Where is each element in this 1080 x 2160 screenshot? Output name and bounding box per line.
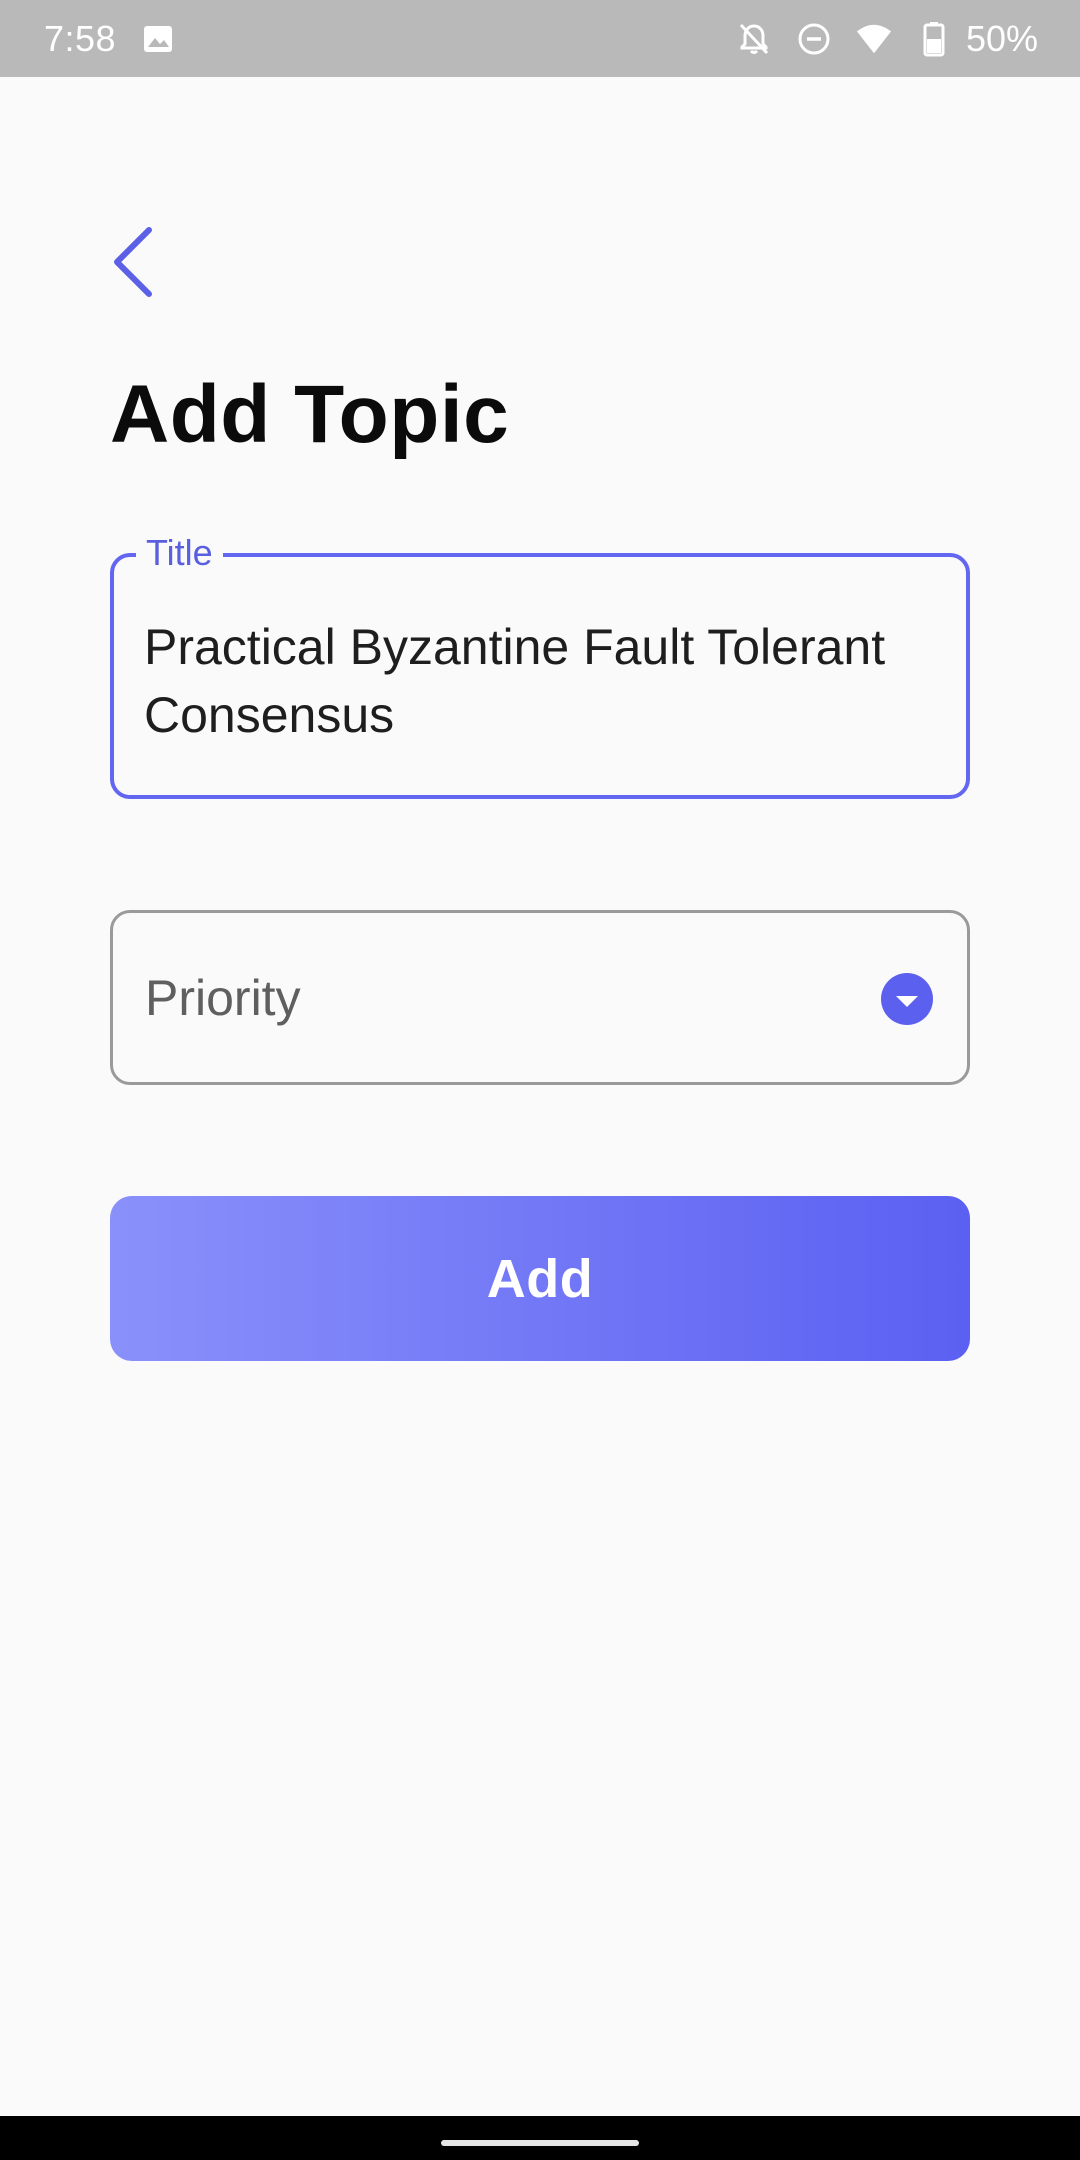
dropdown-arrow-icon[interactable] — [881, 973, 933, 1025]
status-left: 7:58 — [44, 18, 174, 60]
add-button[interactable]: Add — [110, 1196, 970, 1361]
priority-placeholder: Priority — [145, 970, 301, 1026]
do-not-disturb-icon — [796, 21, 832, 57]
battery-percentage: 50% — [965, 17, 1038, 59]
page-title: Add Topic — [110, 369, 510, 460]
add-button-label: Add — [486, 1248, 594, 1309]
title-field-value[interactable]: Practical Byzantine Fault Tolerant Conse… — [144, 613, 936, 749]
title-field[interactable]: Title Practical Byzantine Fault Tolerant… — [110, 529, 970, 799]
status-right: 50% — [712, 18, 1038, 60]
status-time: 7:58 — [44, 17, 117, 59]
home-indicator[interactable] — [441, 2140, 639, 2146]
battery-icon — [916, 21, 952, 57]
chevron-left-icon — [114, 227, 152, 297]
image-icon — [142, 23, 174, 55]
wifi-icon — [856, 21, 892, 57]
back-button[interactable] — [100, 220, 164, 304]
priority-select[interactable]: Priority — [110, 910, 970, 1085]
title-field-label: Title — [136, 529, 223, 577]
notifications-off-icon — [736, 21, 772, 57]
status-bar: 7:58 50% — [0, 0, 1080, 77]
navigation-bar — [0, 2116, 1080, 2160]
screen: 7:58 50% Add Topic Title Practical Byzan… — [0, 0, 1080, 2160]
